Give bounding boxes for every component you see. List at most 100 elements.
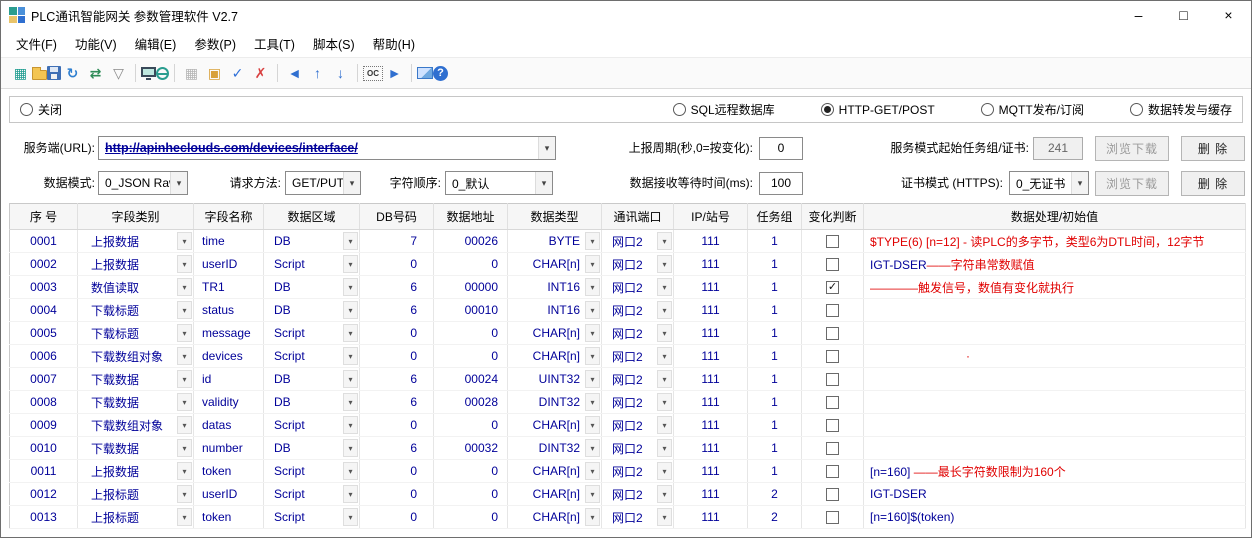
cell-db-number[interactable]: 0 [360,322,434,345]
cell-comm-port[interactable]: 网口2▾ [602,230,674,253]
cert-mode-combobox[interactable]: 0_无证书 ▾ [1009,171,1089,195]
cell-seq[interactable]: 0012 [10,483,78,506]
cell-init-value[interactable]: IGT-DSER——字符串常数赋值 [864,253,1246,276]
cell-init-value[interactable] [864,368,1246,391]
dropdown-arrow-icon[interactable]: ▾ [170,172,187,194]
cell-category[interactable]: 下载数组对象▾ [78,414,194,437]
cell-init-value[interactable] [864,391,1246,414]
cell-task-group[interactable]: 1 [748,276,802,299]
cell-category[interactable]: 下载数组对象▾ [78,345,194,368]
column-header-change-flag[interactable]: 变化判断 [802,204,864,230]
cell-data-address[interactable]: 00010 [434,299,508,322]
dropdown-arrow-icon[interactable]: ▾ [177,324,192,342]
dropdown-arrow-icon[interactable]: ▾ [1071,172,1088,194]
dropdown-arrow-icon[interactable]: ▾ [657,370,672,388]
help-icon[interactable]: ? [433,66,448,81]
dropdown-arrow-icon[interactable]: ▾ [343,347,358,365]
dropdown-arrow-icon[interactable]: ▾ [177,370,192,388]
move-down-icon[interactable]: ↓ [329,62,352,85]
cell-field-name[interactable]: number [194,437,264,460]
cell-data-type[interactable]: CHAR[n]▾ [508,483,602,506]
cell-comm-port[interactable]: 网口2▾ [602,322,674,345]
move-up-icon[interactable]: ↑ [306,62,329,85]
dropdown-arrow-icon[interactable]: ▾ [177,508,192,526]
dropdown-arrow-icon[interactable]: ▾ [585,485,600,503]
cell-field-name[interactable]: message [194,322,264,345]
cell-data-region[interactable]: Script▾ [264,414,360,437]
cell-data-type[interactable]: CHAR[n]▾ [508,414,602,437]
cell-init-value[interactable]: $TYPE(6) [n=12] - 读PLC的多字节，类型6为DTL时间，12字… [864,230,1246,253]
cell-comm-port[interactable]: 网口2▾ [602,506,674,529]
change-checkbox[interactable] [826,373,839,386]
dropdown-arrow-icon[interactable]: ▾ [177,416,192,434]
column-header-ip-station[interactable]: IP/站号 [674,204,748,230]
column-header-category[interactable]: 字段类别 [78,204,194,230]
cell-db-number[interactable]: 0 [360,345,434,368]
cell-ip-station[interactable]: 111 [674,506,748,529]
cell-data-region[interactable]: Script▾ [264,460,360,483]
request-method-combobox[interactable]: GET/PUT ▾ [285,171,361,195]
package-icon[interactable]: ▣ [203,62,226,85]
mode-option-close[interactable]: 关闭 [20,101,62,118]
cell-data-region[interactable]: Script▾ [264,253,360,276]
cell-data-address[interactable]: 0 [434,460,508,483]
cell-task-group[interactable]: 1 [748,414,802,437]
dropdown-arrow-icon[interactable]: ▾ [538,137,555,159]
cell-db-number[interactable]: 6 [360,391,434,414]
cell-ip-station[interactable]: 111 [674,414,748,437]
transfer-icon[interactable]: ⇄ [84,62,107,85]
column-header-data-type[interactable]: 数据类型 [508,204,602,230]
cancel-x-icon[interactable]: ✗ [249,62,272,85]
dropdown-arrow-icon[interactable]: ▾ [585,439,600,457]
cell-field-name[interactable]: time [194,230,264,253]
dropdown-arrow-icon[interactable]: ▾ [343,508,358,526]
change-checkbox[interactable] [826,304,839,317]
cell-data-type[interactable]: DINT32▾ [508,391,602,414]
cell-ip-station[interactable]: 111 [674,230,748,253]
cell-data-type[interactable]: CHAR[n]▾ [508,460,602,483]
cell-data-address[interactable]: 0 [434,414,508,437]
dropdown-arrow-icon[interactable]: ▾ [343,416,358,434]
dropdown-arrow-icon[interactable]: ▾ [585,232,600,250]
project-grid-icon[interactable]: ▦ [9,62,32,85]
cell-seq[interactable]: 0004 [10,299,78,322]
dropdown-arrow-icon[interactable]: ▾ [657,301,672,319]
cell-ip-station[interactable]: 111 [674,368,748,391]
cell-data-type[interactable]: UINT32▾ [508,368,602,391]
dropdown-arrow-icon[interactable]: ▾ [585,393,600,411]
cell-ip-station[interactable]: 111 [674,437,748,460]
cell-task-group[interactable]: 1 [748,299,802,322]
cell-seq[interactable]: 0007 [10,368,78,391]
cell-init-value[interactable] [864,437,1246,460]
cell-seq[interactable]: 0009 [10,414,78,437]
cell-field-name[interactable]: validity [194,391,264,414]
dropdown-arrow-icon[interactable]: ▾ [177,462,192,480]
cell-data-address[interactable]: 0 [434,322,508,345]
network-globe-icon[interactable] [156,67,169,80]
cell-seq[interactable]: 0013 [10,506,78,529]
table-icon[interactable]: ▦ [180,62,203,85]
dropdown-arrow-icon[interactable]: ▾ [343,439,358,457]
filter-icon[interactable]: ▽ [107,62,130,85]
dropdown-arrow-icon[interactable]: ▾ [585,416,600,434]
run-icon[interactable]: ► [383,62,406,85]
cell-data-type[interactable]: INT16▾ [508,299,602,322]
dropdown-arrow-icon[interactable]: ▾ [657,462,672,480]
cell-ip-station[interactable]: 111 [674,460,748,483]
cell-data-region[interactable]: Script▾ [264,322,360,345]
mode-option-http-get-post[interactable]: HTTP-GET/POST [821,103,935,117]
cell-category[interactable]: 上报标题▾ [78,506,194,529]
cell-data-address[interactable]: 0 [434,253,508,276]
cell-init-value[interactable]: · [864,345,1246,368]
byte-order-combobox[interactable]: 0_默认 ▾ [445,171,553,195]
change-checkbox[interactable] [826,327,839,340]
menu-item-help[interactable]: 帮助(H) [364,29,424,58]
cell-db-number[interactable]: 0 [360,506,434,529]
cell-data-type[interactable]: CHAR[n]▾ [508,253,602,276]
cell-init-value[interactable]: [n=160]$(token) [864,506,1246,529]
delete-button-2[interactable]: 删 除 [1181,171,1245,196]
cell-data-region[interactable]: DB▾ [264,391,360,414]
cell-db-number[interactable]: 6 [360,299,434,322]
dropdown-arrow-icon[interactable]: ▾ [657,347,672,365]
cell-db-number[interactable]: 0 [360,253,434,276]
